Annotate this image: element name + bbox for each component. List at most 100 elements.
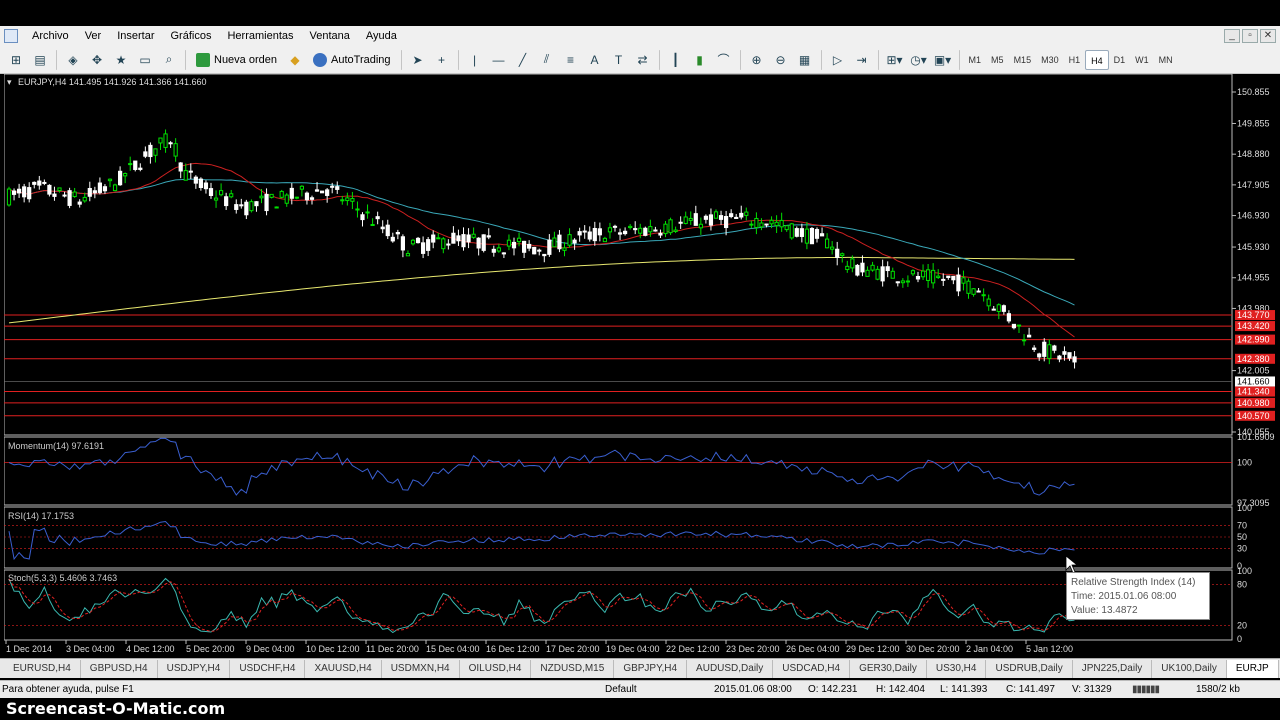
templates-icon[interactable]: ▣▾: [933, 50, 953, 70]
candle-body: [784, 225, 789, 231]
chart-tab[interactable]: USDJPY,H4: [158, 659, 231, 678]
stoch-axis-label: 20: [1237, 620, 1247, 630]
chart-tab[interactable]: JPN225,Daily: [1073, 659, 1153, 678]
chart-tab[interactable]: OILUSD,H4: [460, 659, 532, 678]
chart-tab[interactable]: XAUUSD,H4: [305, 659, 382, 678]
time-axis-label: 15 Dec 04:00: [426, 644, 480, 654]
chart-tab[interactable]: USDCAD,H4: [773, 659, 851, 678]
chart-tab[interactable]: UK100,Daily: [1152, 659, 1227, 678]
menu-archivo[interactable]: Archivo: [24, 26, 77, 46]
timeframe-d1[interactable]: D1: [1109, 50, 1131, 70]
timeframe-h1[interactable]: H1: [1064, 50, 1086, 70]
new-order-button[interactable]: Nueva orden: [192, 50, 281, 70]
menu-ventana[interactable]: Ventana: [302, 26, 358, 46]
menu-insertar[interactable]: Insertar: [109, 26, 162, 46]
timeframe-m15[interactable]: M15: [1009, 50, 1037, 70]
vertical-line-icon[interactable]: |: [465, 50, 485, 70]
toolbar-separator: [820, 49, 822, 70]
arrows-icon[interactable]: ⇄: [633, 50, 653, 70]
strategy-tester-icon[interactable]: ⌕: [159, 50, 179, 70]
line-chart-icon[interactable]: ⌒: [714, 50, 734, 70]
channel-icon[interactable]: ⫽: [537, 50, 557, 70]
chart-tab[interactable]: GBPUSD,H4: [81, 659, 158, 678]
rsi-axis-label: 30: [1237, 544, 1247, 554]
chart-tab[interactable]: GBPJPY,H4: [614, 659, 688, 678]
candle-body: [981, 294, 986, 297]
chart-menu-icon[interactable]: ▾: [7, 77, 12, 88]
candle-body: [1016, 324, 1022, 327]
metaeditor-icon[interactable]: ◆: [285, 50, 305, 70]
timeframe-w1[interactable]: W1: [1130, 50, 1154, 70]
restore-button[interactable]: ▫: [1242, 29, 1258, 43]
chart-tab[interactable]: USDCHF,H4: [230, 659, 306, 678]
fibonacci-icon[interactable]: ≡: [561, 50, 581, 70]
text-label-icon[interactable]: T: [609, 50, 629, 70]
connection-bars-icon: ▮▮▮▮▮▮: [1132, 684, 1160, 695]
candle-body: [708, 214, 714, 226]
indicators-icon[interactable]: ⊞▾: [885, 50, 905, 70]
candle-body: [880, 266, 885, 282]
timeframe-m1[interactable]: M1: [964, 50, 987, 70]
candle-body: [390, 236, 395, 242]
timeframe-m30[interactable]: M30: [1036, 50, 1064, 70]
status-profile[interactable]: Default: [605, 684, 637, 695]
candle-body: [249, 201, 254, 212]
new-chart-icon[interactable]: ⊞: [6, 50, 26, 70]
candle-body: [446, 243, 451, 246]
minimize-button[interactable]: _: [1224, 29, 1240, 43]
candle-body: [653, 229, 658, 232]
chart-tab[interactable]: AUDUSD,Daily: [687, 659, 774, 678]
cursor-icon[interactable]: ➤: [408, 50, 428, 70]
profiles-icon[interactable]: ▤: [30, 50, 50, 70]
chart-tab[interactable]: NZDUSD,M15: [531, 659, 615, 678]
autotrading-button[interactable]: AutoTrading: [309, 50, 395, 70]
navigator-icon[interactable]: ✥: [87, 50, 107, 70]
candle-body: [27, 187, 32, 200]
candle-body: [451, 232, 456, 244]
candle-body: [971, 288, 976, 295]
chart-tab[interactable]: GER30,Daily: [850, 659, 927, 678]
text-icon[interactable]: A: [585, 50, 605, 70]
chart-tab[interactable]: USDRUB,Daily: [986, 659, 1073, 678]
periods-icon[interactable]: ◷▾: [909, 50, 929, 70]
terminal-icon[interactable]: ▭: [135, 50, 155, 70]
menu-ver[interactable]: Ver: [77, 26, 110, 46]
menu-ayuda[interactable]: Ayuda: [358, 26, 405, 46]
autotrading-icon: [313, 52, 327, 67]
status-close: C: 141.497: [1006, 684, 1055, 695]
candle-body: [133, 160, 138, 170]
candlestick-icon[interactable]: ▮: [690, 50, 710, 70]
zoom-in-icon[interactable]: ⊕: [747, 50, 767, 70]
candle-body: [229, 193, 234, 198]
market-watch-icon[interactable]: ◈: [63, 50, 83, 70]
chart-window[interactable]: 150.855 149.855 148.880 147.905 146.930 145.9…: [4, 74, 1276, 658]
candle-body: [415, 237, 421, 244]
trendline-icon[interactable]: ╱: [513, 50, 533, 70]
close-button[interactable]: ✕: [1260, 29, 1276, 43]
candle-body: [1021, 339, 1027, 342]
favorites-icon[interactable]: ★: [111, 50, 131, 70]
menu-graficos[interactable]: Gráficos: [163, 26, 220, 46]
horizontal-line-icon[interactable]: —: [489, 50, 509, 70]
timeframe-mn[interactable]: MN: [1154, 50, 1178, 70]
crosshair-icon[interactable]: +: [432, 50, 452, 70]
time-axis-label: 19 Dec 04:00: [606, 644, 660, 654]
candle-body: [123, 173, 128, 177]
bar-chart-icon[interactable]: ┃: [666, 50, 686, 70]
chart-header: EURJPY,H4 141.495 141.926 141.366 141.66…: [18, 77, 207, 87]
candle-body: [850, 258, 855, 269]
chart-shift-icon[interactable]: ⇥: [852, 50, 872, 70]
auto-scroll-icon[interactable]: ▷: [828, 50, 848, 70]
menu-herramientas[interactable]: Herramientas: [219, 26, 301, 46]
chart-tab[interactable]: USDMXN,H4: [382, 659, 460, 678]
chart-tab[interactable]: EURJP: [1226, 659, 1279, 678]
timeframe-h4[interactable]: H4: [1085, 49, 1109, 70]
price-chart[interactable]: 150.855 149.855 148.880 147.905 146.930 145.9…: [4, 74, 1276, 658]
chart-tab[interactable]: US30,H4: [927, 659, 987, 678]
chart-tabs: EURUSD,H4 GBPUSD,H4 USDJPY,H4 USDCHF,H4 XAUU…: [0, 658, 1280, 678]
tile-windows-icon[interactable]: ▦: [795, 50, 815, 70]
chart-tab[interactable]: EURUSD,H4: [4, 659, 81, 678]
candle-body: [32, 181, 37, 185]
timeframe-m5[interactable]: M5: [986, 50, 1009, 70]
zoom-out-icon[interactable]: ⊖: [771, 50, 791, 70]
